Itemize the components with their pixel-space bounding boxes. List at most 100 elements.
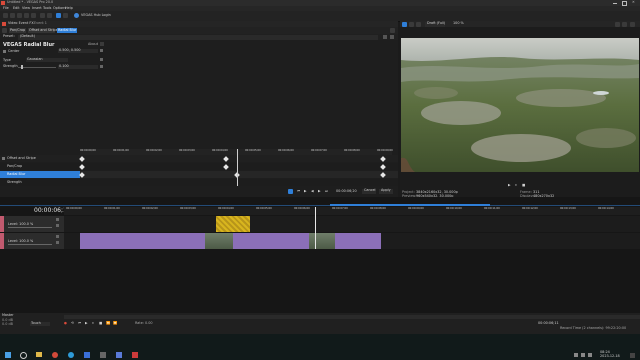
menu-insert[interactable]: Insert <box>32 6 42 10</box>
mute-icon[interactable] <box>56 218 59 221</box>
timeline-ruler[interactable]: 00:00:00;00 00:00:01;00 00:00:02;00 00:0… <box>64 207 640 215</box>
keyframe-toggle-icon[interactable] <box>100 49 103 52</box>
timeline-scrollbar[interactable] <box>330 204 490 206</box>
play-from-start-icon[interactable]: ⏮ <box>78 321 81 325</box>
clock-date[interactable]: 2023-12-18 <box>600 354 620 358</box>
keyframe-toggle-icon[interactable] <box>100 64 103 68</box>
kf-track-row[interactable]: Pan/Crop <box>0 163 398 170</box>
keyframe-marker[interactable] <box>380 155 386 162</box>
kf-track-row[interactable]: Offset and Stripe <box>0 155 398 162</box>
chrome-icon[interactable] <box>52 352 58 358</box>
param-type-dropdown[interactable]: Gaussian <box>26 57 68 62</box>
open-icon[interactable] <box>10 13 15 18</box>
vegas-hub-login[interactable]: VEGAS Hub Login <box>81 13 111 17</box>
app-icon[interactable] <box>132 352 138 358</box>
keyframe-marker[interactable] <box>79 171 85 178</box>
search-icon[interactable] <box>20 352 27 359</box>
play-icon[interactable]: ▶ <box>304 189 307 193</box>
save-preset-icon[interactable] <box>383 35 387 39</box>
properties-icon[interactable] <box>31 13 36 18</box>
preview-menu-icon[interactable] <box>630 21 635 27</box>
app-icon[interactable] <box>84 352 90 358</box>
track-header[interactable]: Level: 100.0 % <box>0 216 64 232</box>
preset-dropdown[interactable]: (Default) <box>18 34 378 40</box>
apply-button[interactable]: Apply <box>379 188 393 194</box>
about-button[interactable]: About <box>88 42 98 46</box>
strength-slider[interactable] <box>18 66 56 68</box>
start-icon[interactable] <box>5 352 11 358</box>
keyframe-marker[interactable] <box>223 163 229 170</box>
pause-icon[interactable]: ⏸ <box>92 321 94 325</box>
file-explorer-icon[interactable] <box>36 352 42 357</box>
video-event-thumbnail[interactable] <box>205 233 233 249</box>
kf-track-lane[interactable] <box>79 171 398 178</box>
collapse-icon[interactable] <box>2 157 5 160</box>
delete-preset-icon[interactable] <box>390 35 394 39</box>
video-event[interactable] <box>335 233 381 249</box>
go-end-icon[interactable]: ⏩ <box>113 321 117 325</box>
kf-track-row-selected[interactable]: Radial Blur <box>0 171 80 178</box>
automation-mode-dropdown[interactable]: Touch <box>30 321 50 326</box>
next-keyframe-icon[interactable]: ▶ <box>318 189 321 193</box>
overlays-icon[interactable] <box>416 21 421 27</box>
record-icon[interactable]: ● <box>64 321 67 325</box>
wifi-icon[interactable] <box>581 353 585 357</box>
go-start-icon[interactable]: ⏪ <box>106 321 110 325</box>
transition-crossfade[interactable] <box>216 216 250 232</box>
save-snapshot-icon[interactable] <box>622 21 627 27</box>
track-level-slider[interactable] <box>8 244 52 245</box>
prev-keyframe-icon[interactable]: ◀ <box>311 189 314 193</box>
copy-snapshot-icon[interactable] <box>615 21 620 27</box>
go-end-icon[interactable]: ⏭ <box>325 189 328 193</box>
vegas-taskbar-icon[interactable] <box>116 352 122 358</box>
preview-settings-icon[interactable] <box>402 21 407 27</box>
video-event[interactable] <box>233 233 309 249</box>
preview-quality-dropdown[interactable]: Draft (Full) <box>425 21 445 27</box>
fx-chain-item-active[interactable]: Radial Blur <box>57 28 77 33</box>
track-lane[interactable] <box>64 233 640 249</box>
video-event[interactable] <box>80 233 205 249</box>
keyframe-marker[interactable] <box>79 155 85 162</box>
loop-icon[interactable]: ⟲ <box>71 321 74 325</box>
keyframe-marker[interactable] <box>79 163 85 170</box>
new-project-icon[interactable] <box>3 13 8 18</box>
help-icon[interactable] <box>100 42 104 46</box>
preview-play-icon[interactable]: ▶ <box>508 183 511 187</box>
fx-chain-item[interactable]: Pan/Crop <box>9 28 26 33</box>
go-start-icon[interactable]: ⏮ <box>297 189 300 193</box>
stop-icon[interactable]: ■ <box>99 321 102 325</box>
fx-chain-item[interactable]: Offset and Stripe <box>28 28 58 33</box>
kf-track-row[interactable]: Strength <box>0 179 398 186</box>
param-center-field[interactable]: 0.500, 0.500 <box>58 48 98 53</box>
play-icon[interactable]: ▶ <box>85 321 88 325</box>
video-event-thumbnail[interactable] <box>309 233 335 249</box>
solo-icon[interactable] <box>56 224 59 227</box>
timeline-cursor[interactable] <box>315 207 316 249</box>
menu-edit[interactable]: Edit <box>13 6 20 10</box>
menu-help[interactable]: Help <box>65 6 73 10</box>
minimize-icon[interactable] <box>613 3 617 4</box>
save-icon[interactable] <box>17 13 22 18</box>
cancel-button[interactable]: Cancel <box>362 188 376 194</box>
expand-icon[interactable] <box>3 50 6 53</box>
preview-zoom[interactable]: 100 % <box>453 21 464 25</box>
keyframe-marker[interactable] <box>380 163 386 170</box>
split-screen-icon[interactable] <box>409 21 414 27</box>
undo-icon[interactable] <box>40 13 45 18</box>
normal-edit-tool-icon[interactable] <box>56 13 61 18</box>
solo-icon[interactable] <box>56 241 59 244</box>
system-tray-icon[interactable] <box>574 353 578 357</box>
app-icon[interactable] <box>100 352 106 358</box>
remove-plugin-icon[interactable] <box>390 28 395 33</box>
preview-stop-icon[interactable]: ■ <box>522 183 525 187</box>
sync-cursor-icon[interactable] <box>288 189 293 194</box>
volume-icon[interactable] <box>588 353 592 357</box>
menu-tools[interactable]: Tools <box>43 6 51 10</box>
envelope-tool-icon[interactable] <box>63 13 68 18</box>
track-level-slider[interactable] <box>8 227 52 228</box>
keyframe-toggle-icon[interactable] <box>100 58 103 61</box>
preview-pause-icon[interactable]: ⏸ <box>515 183 517 187</box>
fx-cursor-line[interactable] <box>237 149 238 186</box>
plugin-chain-icon[interactable] <box>2 28 7 33</box>
keyframe-marker[interactable] <box>380 171 386 178</box>
